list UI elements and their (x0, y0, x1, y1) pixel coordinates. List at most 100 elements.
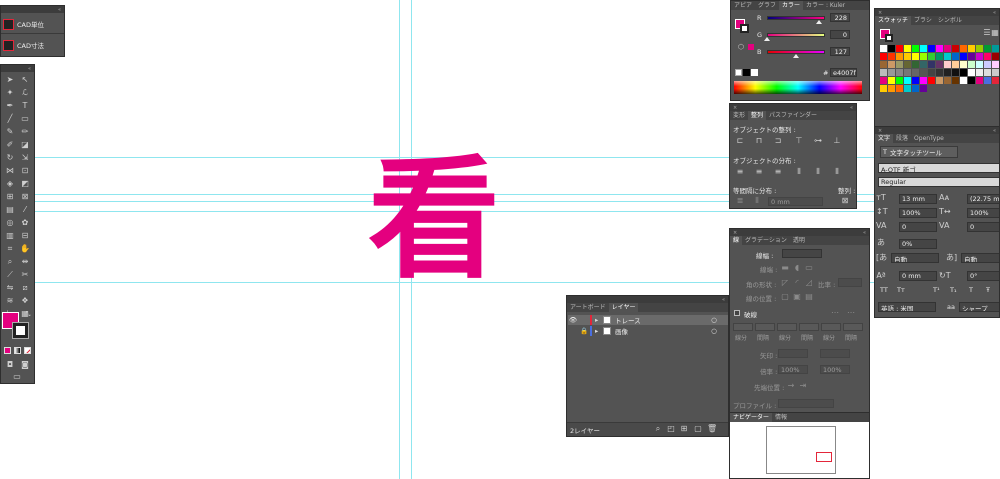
panel-titlebar[interactable]: × « (875, 127, 999, 134)
swatch-chip[interactable] (944, 77, 951, 84)
distribute-hcenter-icon[interactable]: ⦀ (813, 168, 823, 176)
baseline-shift-field[interactable]: 0 mm (899, 271, 937, 281)
blob-brush-tool-icon[interactable]: ✐ (4, 139, 16, 150)
arrow-scale-start-field[interactable]: 100% (778, 365, 808, 374)
align-left-icon[interactable]: ⊏ (735, 137, 745, 145)
swatch-chip[interactable] (920, 77, 927, 84)
scale-tool-icon[interactable]: ⇲ (19, 152, 31, 163)
swatch-chip[interactable] (928, 77, 935, 84)
language-field[interactable]: 英語 : 米国 (878, 302, 936, 312)
font-family-field[interactable]: A-OTF 新ゴ (878, 163, 999, 173)
swatch-chip[interactable] (976, 69, 983, 76)
new-layer-icon[interactable]: ▢ (693, 425, 703, 433)
tab-appearance[interactable]: アピア (731, 1, 755, 10)
swatch-chip[interactable] (880, 61, 887, 68)
pen-tool-icon[interactable]: ✒ (4, 100, 16, 111)
channel-b-value[interactable]: 127 (830, 47, 850, 56)
swatch-chip[interactable] (968, 45, 975, 52)
swatch-chip[interactable] (968, 69, 975, 76)
aki-left-field[interactable]: 自動 (891, 253, 939, 263)
mesh-tool-icon[interactable]: ⊠ (19, 191, 31, 202)
tab-transform[interactable]: 変形 (730, 111, 748, 120)
swatch-chip[interactable] (984, 45, 991, 52)
swatch-chip[interactable] (880, 85, 887, 92)
channel-r-value[interactable]: 228 (830, 13, 850, 22)
swatch-chip[interactable] (928, 45, 935, 52)
swatch-chip[interactable] (992, 77, 999, 84)
eraser-tool-icon[interactable]: ◪ (19, 139, 31, 150)
swatch-chip[interactable] (920, 69, 927, 76)
align-hcenter-icon[interactable]: ⊓ (754, 137, 764, 145)
cad-dimension-item[interactable]: CAD寸法 (3, 38, 63, 52)
panel-titlebar[interactable]: × « (875, 9, 999, 16)
tab-color[interactable]: カラー (779, 1, 804, 10)
pencil-tool-icon[interactable]: ✏ (19, 126, 31, 137)
kerning-field[interactable]: 0 (899, 222, 937, 232)
join-bevel-icon[interactable]: ◿ (804, 279, 814, 287)
hand-tool-icon[interactable]: ✋ (19, 243, 31, 254)
line-tool-icon[interactable]: ╱ (4, 113, 16, 124)
web-safe-swatch[interactable] (748, 44, 754, 50)
swatch-chip[interactable] (992, 45, 999, 52)
swatch-chip[interactable] (936, 77, 943, 84)
swatch-chip[interactable] (936, 53, 943, 60)
swatch-chip[interactable] (888, 45, 895, 52)
swatch-chip[interactable] (904, 45, 911, 52)
none-color-swatch[interactable] (735, 69, 742, 76)
profile-field[interactable] (778, 399, 834, 408)
width-tool-icon[interactable]: ⋈ (4, 165, 16, 176)
swatch-chip[interactable] (960, 69, 967, 76)
scissors-tool-icon[interactable]: ✂ (19, 269, 31, 280)
thumbnail-view-icon[interactable]: ▦ (990, 29, 999, 37)
layer-row-image[interactable]: 🔒 ▸ 画像 ○ (568, 326, 728, 336)
swatch-chip[interactable] (920, 45, 927, 52)
swatch-chip[interactable] (976, 53, 983, 60)
traced-glyph[interactable]: 看 (368, 150, 500, 290)
style-button-subscript[interactable]: T₁ (950, 286, 957, 294)
style-button-strikethrough[interactable]: Ŧ (986, 286, 990, 294)
layer-row-trace[interactable]: 👁 ▸ トレース ○ (568, 315, 728, 325)
swatch-chip[interactable] (904, 69, 911, 76)
swatch-chip[interactable] (920, 61, 927, 68)
swatch-chip[interactable] (944, 61, 951, 68)
cap-butt-icon[interactable]: ▬ (780, 264, 790, 272)
color-mode-fill-icon[interactable] (4, 347, 11, 354)
swatch-chip[interactable] (952, 61, 959, 68)
navigator-preview[interactable] (766, 426, 836, 474)
swatch-chip[interactable] (912, 69, 919, 76)
swatch-chip[interactable] (904, 85, 911, 92)
swatch-chip[interactable] (952, 69, 959, 76)
tab-info[interactable]: 情報 (772, 413, 790, 422)
swatch-chip[interactable] (936, 45, 943, 52)
swatch-chip[interactable] (888, 53, 895, 60)
artboard-tool-icon[interactable]: ⊟ (19, 230, 31, 241)
align-stroke-outside-icon[interactable]: ▤ (804, 293, 814, 301)
swatch-chip[interactable] (880, 69, 887, 76)
vertical-scale-field[interactable]: 100% (899, 208, 937, 218)
cad-unit-item[interactable]: CAD単位 (3, 17, 63, 31)
arrow-place-icon[interactable]: ⇥ (798, 382, 808, 390)
free-transform-tool-icon[interactable]: ⊡ (19, 165, 31, 176)
crystallize-tool-icon[interactable]: ❖ (19, 295, 31, 306)
screen-mode-icon[interactable]: ▭ (11, 371, 23, 382)
swatch-chip[interactable] (976, 45, 983, 52)
tab-swatches[interactable]: スウォッチ (875, 16, 912, 25)
gradient-mode-icon[interactable] (14, 347, 21, 354)
swatch-chip[interactable] (928, 53, 935, 60)
join-miter-icon[interactable]: ◸ (780, 279, 790, 287)
style-button-superscript[interactable]: T¹ (933, 286, 940, 294)
visibility-eye-icon[interactable]: 👁 (568, 316, 578, 324)
distribute-hspace-icon[interactable]: ⦀ (752, 197, 762, 205)
tab-graphic-styles[interactable]: グラフ (755, 1, 779, 10)
style-button-underline[interactable]: T (969, 286, 973, 294)
swatch-chip[interactable] (896, 85, 903, 92)
swatch-chip[interactable] (888, 69, 895, 76)
symbol-sprayer-tool-icon[interactable]: ✿ (19, 217, 31, 228)
color-spectrum[interactable] (734, 81, 862, 94)
tracking-field[interactable]: 0 (967, 222, 999, 232)
swatch-chip[interactable] (904, 77, 911, 84)
rotate-tool-icon[interactable]: ↻ (4, 152, 16, 163)
knife-tool-icon[interactable]: ⟋ (4, 269, 16, 280)
align-right-icon[interactable]: ⊐ (773, 137, 783, 145)
swatch-chip[interactable] (944, 45, 951, 52)
